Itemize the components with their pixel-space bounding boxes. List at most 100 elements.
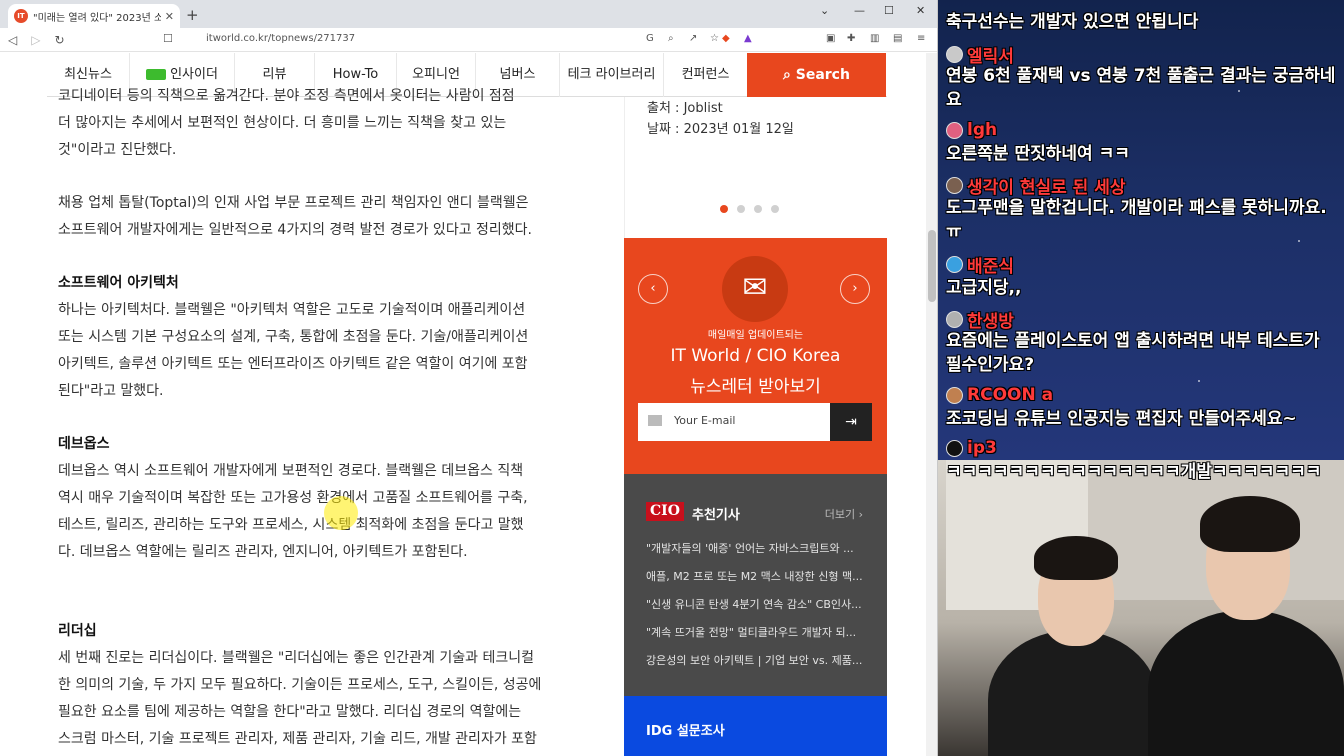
heading-leadership: 리더십 xyxy=(58,623,97,639)
newsletter-title: IT World / CIO Korea xyxy=(670,346,841,366)
scrollbar-track[interactable] xyxy=(926,53,937,756)
cio-article-link[interactable]: 강은성의 보안 아키텍트 | 기업 보안 vs. 제품... xyxy=(646,652,868,668)
tab-search-icon[interactable]: ⌄ xyxy=(820,4,829,17)
carousel-dot[interactable] xyxy=(754,205,762,213)
new-tab-icon[interactable]: + xyxy=(186,6,199,24)
idg-survey-banner[interactable]: IDG 설문조사 xyxy=(624,696,887,756)
bookmark-icon[interactable]: ☐ xyxy=(163,32,173,45)
right-sidebar: 출처 : Joblist 날짜 : 2023년 01월 12일 ‹ ✉ › 매일… xyxy=(624,97,887,756)
article-line: 아키텍트, 솔루션 아키텍트 또는 엔터프라이즈 아키텍트 같은 역할이 여기에… xyxy=(58,356,528,372)
google-icon[interactable]: G xyxy=(646,33,654,44)
article-line: 다. 데브옵스 역할에는 릴리즈 관리자, 엔지니어, 아키텍트가 포함된다. xyxy=(58,544,468,560)
chat-message: 요즘에는 플레이스토어 앱 출시하려면 내부 테스트가 필수인가요? xyxy=(946,331,1320,375)
more-link[interactable]: 더보기 › xyxy=(825,506,863,522)
cio-article-link[interactable]: "신생 유니콘 탄생 4분기 연속 감소" CB인사... xyxy=(646,596,868,612)
star-icon[interactable]: ☆ xyxy=(710,33,719,44)
url-field[interactable]: itworld.co.kr/topnews/271737 xyxy=(206,33,355,44)
infographic-source-card: 출처 : Joblist 날짜 : 2023년 01월 12일 xyxy=(624,97,887,238)
forward-icon[interactable]: ▷ xyxy=(31,33,40,47)
article-line: 하나는 아키텍처다. 블랙웰은 "아키텍처 역할은 고도로 기술적이며 애플리케… xyxy=(58,302,526,318)
menu-icon[interactable]: ≡ xyxy=(917,33,925,44)
article-line: 세 번째 진로는 리더십이다. 블랙웰은 "리더십에는 좋은 인간관계 기술과 … xyxy=(58,650,534,666)
back-icon[interactable]: ◁ xyxy=(8,33,17,47)
chat-message: 조코딩님 유튜브 인공지능 편집자 만들어주세요~ xyxy=(946,409,1297,429)
prev-arrow-icon[interactable]: ‹ xyxy=(638,274,668,304)
brave-shield-icon[interactable]: ◆ xyxy=(722,33,730,44)
article-line: 필요한 요소를 팀에 제공하는 역할을 한다"라고 말했다. 리더십 경로의 역… xyxy=(58,704,522,720)
carousel-dot[interactable] xyxy=(771,205,779,213)
source-text: 출처 : Joblist xyxy=(647,101,723,116)
streamer-right-hair xyxy=(1200,496,1300,552)
chat-message: ㅋㅋㅋㅋㅋㅋㅋㅋㅋㅋㅋㅋㅋㅋㅋ개발ㅋㅋㅋㅋㅋㅋㅋ xyxy=(946,462,1322,482)
sidebar-icon[interactable]: ▥ xyxy=(870,33,879,44)
article-line: 것"이라고 진단했다. xyxy=(58,142,177,158)
article-line: 소프트웨어 개발자에게는 일반적으로 4가지의 경력 발전 경로가 있다고 정리… xyxy=(58,222,532,238)
mouse-cursor-highlight xyxy=(324,496,358,530)
heading-devops: 데브옵스 xyxy=(58,436,110,452)
browser-window: IT "미래는 열려 있다" 2023년 소프트 ✕ + ⌄ — ☐ ✕ ◁ ▷… xyxy=(0,0,938,756)
cio-article-link[interactable]: "계속 뜨거울 전망" 멀티클라우드 개발자 되... xyxy=(646,624,868,640)
search-icon: ⌕ xyxy=(783,67,791,83)
search-button[interactable]: ⌕ Search xyxy=(747,53,886,97)
avatar xyxy=(946,256,963,273)
nav-tech-library[interactable]: 테크 라이브러리 xyxy=(559,53,663,97)
chat-message: 고급지당,, xyxy=(946,278,1022,298)
email-field[interactable]: Your E-mail ⇥ xyxy=(638,403,872,441)
article-line: 더 많아지는 추세에서 보편적인 현상이다. 더 흥미를 느끼는 직책을 찾고 … xyxy=(58,115,507,131)
carousel-dots xyxy=(720,205,779,213)
chat-message: 축구선수는 개발자 있으면 안됩니다 xyxy=(946,12,1199,32)
next-arrow-icon[interactable]: › xyxy=(840,274,870,304)
avatar xyxy=(946,311,963,328)
carousel-dot[interactable] xyxy=(737,205,745,213)
article-line: 채용 업체 톱탈(Toptal)의 인재 사업 부문 프로젝트 관리 책임자인 … xyxy=(58,195,529,211)
browser-tab[interactable]: IT "미래는 열려 있다" 2023년 소프트 ✕ xyxy=(8,4,180,28)
newsletter-subtitle: 매일매일 업데이트되는 xyxy=(707,330,804,341)
puzzle-icon[interactable]: ✚ xyxy=(847,33,855,44)
minimize-icon[interactable]: — xyxy=(854,4,865,17)
site-favicon-icon: IT xyxy=(14,9,28,23)
rewards-icon[interactable]: ▲ xyxy=(744,33,752,44)
date-text: 날짜 : 2023년 01월 12일 xyxy=(647,122,794,137)
cio-title: 추천기사 xyxy=(692,508,740,523)
chat-message: 연봉 6천 풀재택 vs 연봉 7천 풀출근 결과는 궁금하네요 xyxy=(946,66,1336,110)
nav-insider-label: 인사이더 xyxy=(170,67,218,82)
chat-message: 도그푸맨을 말한겁니다. 개발이라 패스를 못하니까요. ㅠ xyxy=(946,198,1327,242)
cio-recommended-panel: CIO 추천기사 더보기 › "개발자들의 '애증' 언어는 자바스크립트와 .… xyxy=(624,474,887,696)
webcam-feed: ㅋㅋㅋㅋㅋㅋㅋㅋㅋㅋㅋㅋㅋㅋㅋ개발ㅋㅋㅋㅋㅋㅋㅋ xyxy=(938,460,1344,756)
avatar xyxy=(946,439,963,457)
cio-article-link[interactable]: 애플, M2 프로 또는 M2 맥스 내장한 신형 맥... xyxy=(646,568,868,584)
reload-icon[interactable]: ↻ xyxy=(54,33,64,47)
chat-username: lgh xyxy=(946,120,997,140)
share-icon[interactable]: ↗ xyxy=(689,33,697,44)
chat-username: 배준식 xyxy=(946,252,1014,277)
carousel-dot[interactable] xyxy=(720,205,728,213)
article-line: 된다"라고 말했다. xyxy=(58,383,164,399)
streamer-left-hair xyxy=(1034,536,1118,580)
tab-title: "미래는 열려 있다" 2023년 소프트 xyxy=(33,12,161,24)
wallet-icon[interactable]: ▤ xyxy=(893,33,902,44)
zoom-icon[interactable]: ⌕ xyxy=(668,33,674,44)
chat-message: 오른쪽분 딴짓하네여 ㅋㅋ xyxy=(946,144,1130,164)
survey-title: IDG 설문조사 xyxy=(646,724,725,739)
article-line: 스크럼 마스터, 기술 프로젝트 관리자, 제품 관리자, 기술 리드, 개발 … xyxy=(58,731,537,747)
nav-conference[interactable]: 컨퍼런스 xyxy=(663,53,747,97)
close-tab-icon[interactable]: ✕ xyxy=(165,10,174,23)
article-line: 테스트, 릴리즈, 관리하는 도구와 프로세스, 시스템 최적화에 초점을 둔다… xyxy=(58,517,524,533)
chat-username: RCOON a xyxy=(946,385,1053,405)
tab-bar: IT "미래는 열려 있다" 2023년 소프트 ✕ + ⌄ — ☐ ✕ xyxy=(0,0,937,28)
article-body: 코디네이터 등의 직책으로 옮겨간다. 분야 조정 측면에서 옷이터는 사람이 … xyxy=(58,88,572,753)
article-line: 역시 매우 기술적이며 복잡한 또는 고가용성 환경에서 고품질 소프트웨어를 … xyxy=(58,490,528,506)
newsletter-title-2: 뉴스레터 받아보기 xyxy=(690,377,821,397)
cio-article-link[interactable]: "개발자들의 '애증' 언어는 자바스크립트와 ... xyxy=(646,540,868,556)
close-window-icon[interactable]: ✕ xyxy=(916,4,925,17)
avatar xyxy=(946,177,963,194)
email-placeholder: Your E-mail xyxy=(674,414,736,427)
chat-username: 생각이 현실로 된 세상 xyxy=(946,173,1126,198)
subscribe-button[interactable]: ⇥ xyxy=(830,403,872,441)
streamer-left xyxy=(988,630,1158,756)
avatar xyxy=(946,46,963,63)
cio-logo: CIO xyxy=(646,502,684,521)
extension-icon[interactable]: ▣ xyxy=(826,33,835,44)
maximize-icon[interactable]: ☐ xyxy=(884,4,894,17)
scrollbar-thumb[interactable] xyxy=(928,230,936,302)
